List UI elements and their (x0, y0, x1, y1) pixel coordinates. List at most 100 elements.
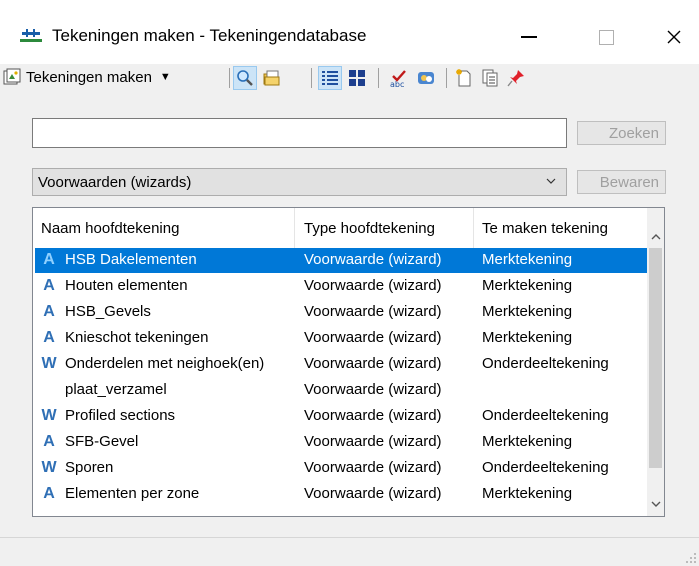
scroll-up-button[interactable] (647, 228, 664, 245)
zoeken-button[interactable]: Zoeken (577, 121, 666, 145)
tekeningen-maken-window: Tekeningen maken - Tekeningendatabase Te… (0, 0, 699, 566)
row-target: Merktekening (482, 251, 573, 268)
row-type: Voorwaarde (wizard) (304, 459, 442, 476)
replace-button[interactable] (414, 66, 438, 90)
minimize-button[interactable] (506, 18, 552, 56)
maximize-icon (598, 29, 614, 45)
search-button[interactable] (233, 66, 257, 90)
row-type: Voorwaarde (wizard) (304, 277, 442, 294)
bewaren-label: Bewaren (599, 173, 659, 191)
row-name: Knieschot tekeningen (65, 329, 209, 346)
dropdown-label: Tekeningen maken (26, 68, 152, 86)
close-button[interactable] (651, 18, 697, 56)
close-icon (667, 30, 681, 44)
tekeningen-maken-dropdown[interactable]: Tekeningen maken ▼ (2, 65, 171, 89)
row-name: Houten elementen (65, 277, 188, 294)
column-header-type[interactable]: Type hoofdtekening (304, 220, 435, 237)
row-name: Elementen per zone (65, 485, 200, 502)
row-type: Voorwaarde (wizard) (304, 407, 442, 424)
row-type: Voorwaarde (wizard) (304, 381, 442, 398)
assembly-drawing-icon: A (43, 485, 55, 502)
row-name: plaat_verzamel (65, 381, 167, 398)
assembly-drawing-icon: A (43, 329, 55, 346)
list-row[interactable]: A HSB Dakelementen Voorwaarde (wizard) M… (33, 248, 664, 273)
copy-document-button[interactable] (478, 66, 502, 90)
bewaren-button[interactable]: Bewaren (577, 170, 666, 194)
new-document-button[interactable] (452, 66, 476, 90)
row-name: HSB Dakelementen (65, 251, 197, 268)
part-drawing-icon: W (41, 355, 57, 372)
resize-grip-icon[interactable] (685, 552, 697, 564)
create-drawings-icon (3, 68, 21, 85)
grid-view-button[interactable] (345, 66, 369, 90)
row-name: SFB-Gevel (65, 433, 139, 450)
minimize-icon (521, 36, 537, 38)
list-row[interactable]: A Houten elementen Voorwaarde (wizard) M… (33, 274, 664, 299)
scroll-down-button[interactable] (647, 495, 664, 512)
drawings-list[interactable]: Naam hoofdtekening Type hoofdtekening Te… (32, 207, 665, 517)
toolbar-separator (311, 68, 312, 88)
no-type-icon (40, 381, 58, 399)
search-icon (237, 70, 253, 86)
toolbar: Tekeningen maken ▼ abc (0, 64, 699, 92)
grid-view-icon (349, 70, 365, 86)
list-row[interactable]: W Onderdelen met neighoek(en) Voorwaarde… (33, 352, 664, 377)
scroll-thumb[interactable] (649, 248, 662, 468)
svg-text:abc: abc (390, 80, 404, 88)
column-header-te-maken[interactable]: Te maken tekening (482, 220, 608, 237)
row-name: HSB_Gevels (65, 303, 151, 320)
toolbar-separator (446, 68, 447, 88)
row-type: Voorwaarde (wizard) (304, 251, 442, 268)
column-header-naam[interactable]: Naam hoofdtekening (41, 220, 179, 237)
list-row[interactable]: W Profiled sections Voorwaarde (wizard) … (33, 404, 664, 429)
row-type: Voorwaarde (wizard) (304, 433, 442, 450)
row-target: Merktekening (482, 485, 573, 502)
column-separator[interactable] (473, 208, 474, 248)
list-view-button[interactable] (318, 66, 342, 90)
zoeken-label: Zoeken (608, 124, 659, 142)
list-view-icon (322, 71, 338, 85)
list-row[interactable]: A Elementen per zone Voorwaarde (wizard)… (33, 482, 664, 507)
row-target: Merktekening (482, 277, 573, 294)
pin-icon (507, 70, 524, 87)
toolbar-separator (229, 68, 230, 88)
filter-selected-value: Voorwaarden (wizards) (38, 173, 192, 191)
row-target: Onderdeeltekening (482, 459, 609, 476)
drawing-app-icon (20, 29, 42, 42)
row-type: Voorwaarde (wizard) (304, 329, 442, 346)
chevron-down-icon (546, 178, 556, 184)
row-name: Sporen (65, 459, 114, 476)
column-separator[interactable] (294, 208, 295, 248)
chevron-up-icon (651, 233, 660, 239)
open-folder-button[interactable] (260, 66, 284, 90)
assembly-drawing-icon: A (43, 277, 55, 294)
folder-open-icon (263, 70, 280, 86)
maximize-button[interactable] (583, 18, 629, 56)
row-target: Onderdeeltekening (482, 355, 609, 372)
dropdown-arrow-icon: ▼ (159, 71, 171, 83)
filter-select[interactable]: Voorwaarden (wizards) (32, 168, 567, 196)
search-input[interactable] (32, 118, 567, 148)
list-row[interactable]: A Knieschot tekeningen Voorwaarde (wizar… (33, 326, 664, 351)
list-row[interactable]: A HSB_Gevels Voorwaarde (wizard) Merktek… (33, 300, 664, 325)
part-drawing-icon: W (41, 459, 57, 476)
copy-document-icon (482, 69, 498, 87)
spellcheck-button[interactable]: abc (387, 66, 411, 90)
chevron-down-icon (651, 501, 660, 507)
list-row[interactable]: W Sporen Voorwaarde (wizard) Onderdeelte… (33, 456, 664, 481)
row-type: Voorwaarde (wizard) (304, 485, 442, 502)
status-bar (0, 537, 699, 566)
toolbar-separator (378, 68, 379, 88)
row-target: Merktekening (482, 303, 573, 320)
pin-button[interactable] (504, 66, 528, 90)
list-row[interactable]: plaat_verzamel Voorwaarde (wizard) (33, 378, 664, 403)
title-bar[interactable]: Tekeningen maken - Tekeningendatabase (0, 0, 699, 64)
vertical-scrollbar[interactable] (647, 208, 664, 516)
row-name: Profiled sections (65, 407, 176, 424)
row-type: Voorwaarde (wizard) (304, 303, 442, 320)
row-target: Merktekening (482, 433, 573, 450)
assembly-drawing-icon: A (43, 251, 55, 268)
assembly-drawing-icon: A (43, 433, 55, 450)
replace-icon (418, 72, 434, 84)
list-row[interactable]: A SFB-Gevel Voorwaarde (wizard) Merkteke… (33, 430, 664, 455)
